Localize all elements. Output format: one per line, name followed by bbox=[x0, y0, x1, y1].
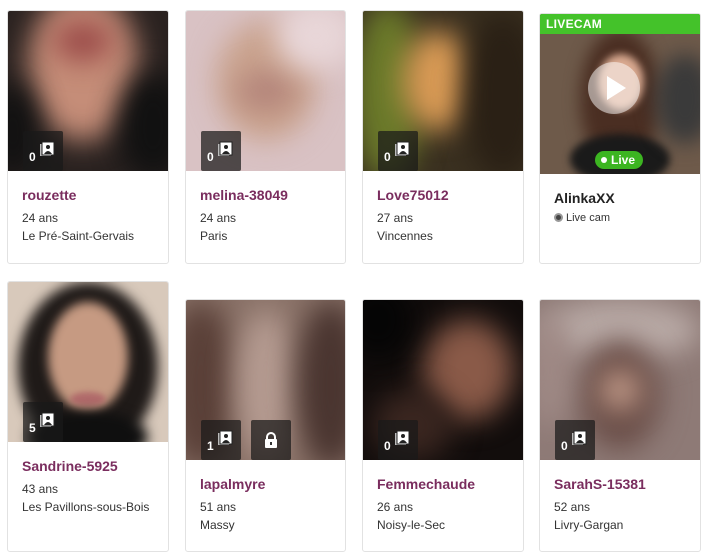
profile-photo[interactable]: 5 bbox=[8, 282, 168, 442]
livecam-sub-label: Live cam bbox=[566, 212, 611, 224]
photo-count: 1 bbox=[207, 439, 214, 453]
livecam-sub: Live cam bbox=[554, 212, 692, 224]
profile-city: Vincennes bbox=[377, 229, 433, 243]
live-status-badge: Live bbox=[595, 151, 644, 169]
profile-card-love75012[interactable]: 0 Love75012 27 ans Vincennes bbox=[362, 10, 524, 264]
photo-stack-icon bbox=[217, 141, 233, 157]
livecam-photo[interactable]: LIVECAM Live bbox=[540, 14, 700, 174]
profile-photo[interactable]: 0 bbox=[363, 11, 523, 171]
photo-stack-icon bbox=[39, 412, 55, 428]
profile-username[interactable]: melina-38049 bbox=[200, 187, 337, 203]
profile-age: 51 ans bbox=[200, 500, 237, 514]
profile-username[interactable]: lapalmyre bbox=[200, 476, 337, 492]
profile-photo[interactable]: 0 bbox=[363, 300, 523, 460]
profile-username[interactable]: rouzette bbox=[22, 187, 160, 203]
live-label: Live bbox=[611, 153, 636, 167]
profile-city: Massy bbox=[200, 518, 235, 532]
profile-card-rouzette[interactable]: 0 rouzette 24 ans Le Pré-Saint-Gervais bbox=[7, 10, 169, 264]
profile-photo[interactable]: 0 bbox=[540, 300, 700, 460]
profile-city: Noisy-le-Sec bbox=[377, 518, 446, 532]
profile-city: Paris bbox=[200, 229, 228, 243]
photo-count-badge[interactable]: 5 bbox=[23, 402, 63, 442]
profile-photo[interactable]: 0 bbox=[8, 11, 168, 171]
profile-username[interactable]: Sandrine-5925 bbox=[22, 458, 160, 474]
livecam-username[interactable]: AlinkaXX bbox=[554, 190, 692, 206]
profile-city: Livry-Gargan bbox=[554, 518, 624, 532]
profile-card-sandrine-5925[interactable]: 5 Sandrine-5925 43 ans Les Pavillons-sou… bbox=[7, 281, 169, 552]
livecam-banner: LIVECAM bbox=[540, 14, 700, 34]
profile-age: 24 ans bbox=[22, 211, 59, 225]
photo-count-badge[interactable]: 0 bbox=[378, 420, 418, 460]
photo-stack-icon bbox=[394, 430, 410, 446]
profile-age: 43 ans bbox=[22, 482, 59, 496]
photo-count: 0 bbox=[384, 150, 391, 164]
profile-photo[interactable]: 0 bbox=[186, 11, 345, 171]
photo-count-badge[interactable]: 0 bbox=[555, 420, 595, 460]
photo-stack-icon bbox=[217, 430, 233, 446]
private-album-badge[interactable] bbox=[251, 420, 291, 460]
profile-age: 27 ans bbox=[377, 211, 414, 225]
profile-username[interactable]: SarahS-15381 bbox=[554, 476, 692, 492]
photo-count: 0 bbox=[207, 150, 214, 164]
photo-stack-icon bbox=[394, 141, 410, 157]
photo-count-badge[interactable]: 1 bbox=[201, 420, 241, 460]
profile-card-femmechaude[interactable]: 0 Femmechaude 26 ans Noisy-le-Sec bbox=[362, 299, 524, 552]
profile-age: 52 ans bbox=[554, 500, 591, 514]
photo-count: 0 bbox=[561, 439, 568, 453]
photo-count-badge[interactable]: 0 bbox=[23, 131, 63, 171]
photo-count: 0 bbox=[384, 439, 391, 453]
profile-age: 24 ans bbox=[200, 211, 237, 225]
profile-age: 26 ans bbox=[377, 500, 414, 514]
profile-city: Le Pré-Saint-Gervais bbox=[22, 229, 135, 243]
live-dot-icon bbox=[601, 157, 607, 163]
webcam-icon bbox=[554, 213, 563, 222]
photo-count: 5 bbox=[29, 421, 36, 435]
profile-username[interactable]: Love75012 bbox=[377, 187, 515, 203]
photo-stack-icon bbox=[571, 430, 587, 446]
profile-username[interactable]: Femmechaude bbox=[377, 476, 515, 492]
play-button[interactable] bbox=[588, 62, 640, 114]
livecam-card-alinkaxx[interactable]: LIVECAM Live AlinkaXX Live cam bbox=[539, 13, 701, 264]
photo-count-badge[interactable]: 0 bbox=[201, 131, 241, 171]
profile-photo[interactable]: 1 bbox=[186, 300, 345, 460]
profile-card-melina-38049[interactable]: 0 melina-38049 24 ans Paris bbox=[185, 10, 346, 264]
profile-card-lapalmyre[interactable]: 1 lapalmyre 51 ans Massy bbox=[185, 299, 346, 552]
profile-card-sarahs-15381[interactable]: 0 SarahS-15381 52 ans Livry-Gargan bbox=[539, 299, 701, 552]
profile-city: Les Pavillons-sous-Bois bbox=[22, 500, 150, 514]
photo-count: 0 bbox=[29, 150, 36, 164]
photo-count-badge[interactable]: 0 bbox=[378, 131, 418, 171]
photo-stack-icon bbox=[39, 141, 55, 157]
